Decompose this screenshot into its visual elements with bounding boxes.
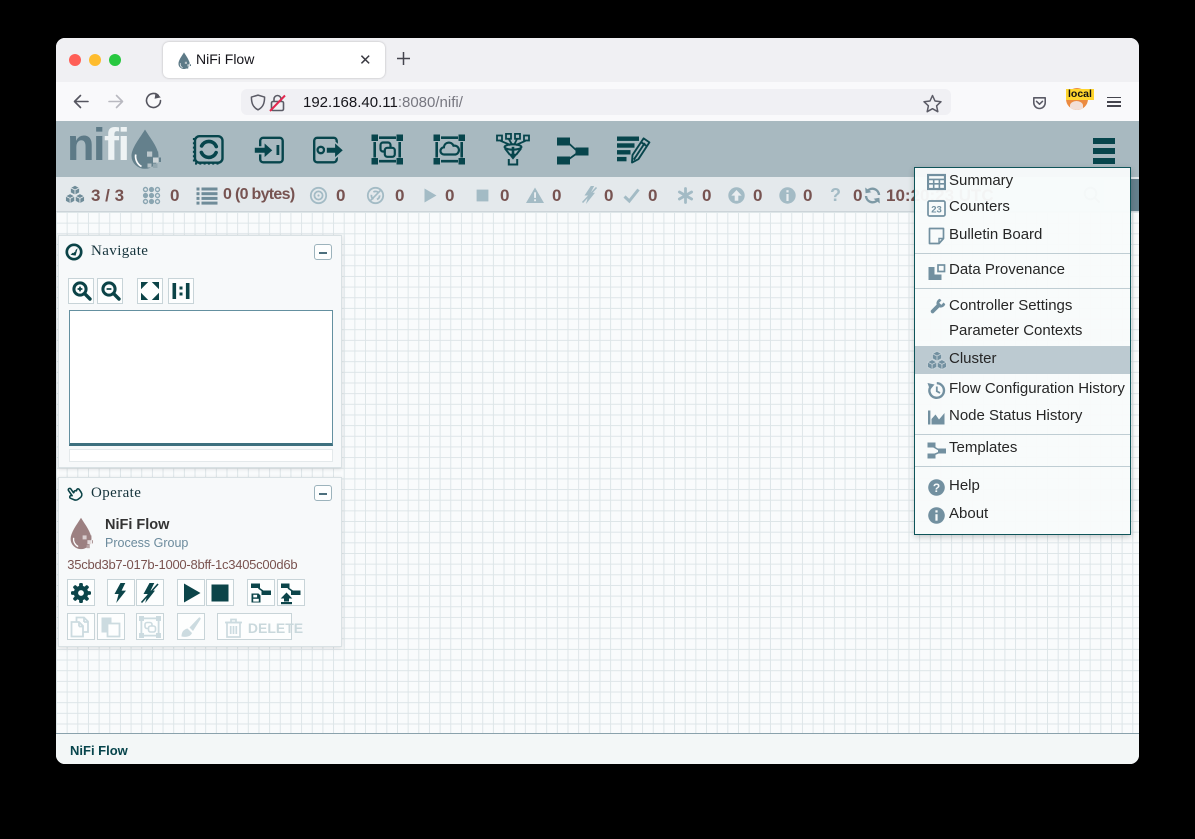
svg-text:?: ? — [933, 481, 940, 495]
svg-text:23: 23 — [931, 205, 942, 216]
